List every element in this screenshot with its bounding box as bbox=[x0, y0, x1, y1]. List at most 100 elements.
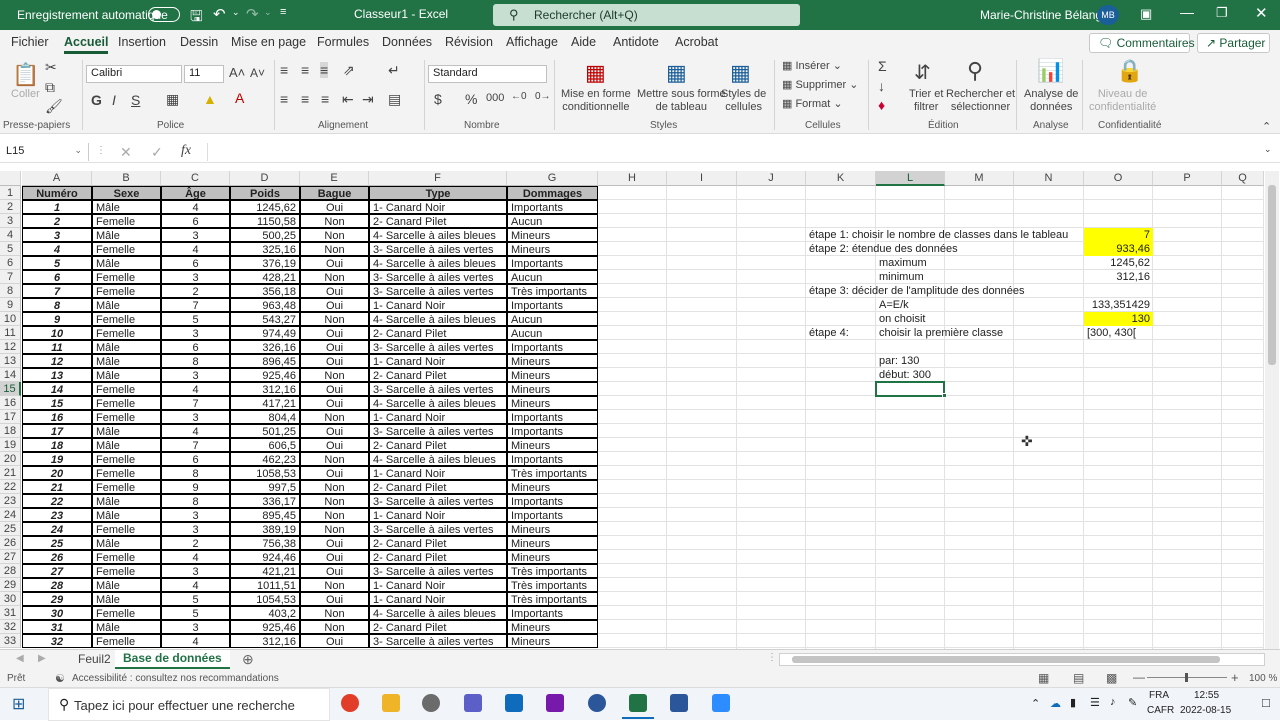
onenote-icon[interactable] bbox=[546, 694, 564, 712]
app-icon[interactable] bbox=[422, 694, 440, 712]
table-cell[interactable]: Importants bbox=[507, 200, 598, 214]
table-cell[interactable]: 421,21 bbox=[230, 564, 300, 578]
share-button[interactable]: ↗ Partager bbox=[1197, 33, 1270, 53]
table-cell[interactable]: 4 bbox=[161, 578, 230, 592]
zoom-out-icon[interactable]: — bbox=[1133, 670, 1145, 684]
row-header[interactable]: 27 bbox=[0, 550, 21, 564]
insert-button[interactable]: ▦ Insérer ⌄ bbox=[782, 59, 842, 72]
table-cell[interactable]: Non bbox=[300, 606, 369, 620]
table-cell[interactable]: 20 bbox=[22, 466, 92, 480]
wrap-text-icon[interactable]: ↵ bbox=[388, 62, 400, 79]
column-header[interactable]: E bbox=[300, 171, 369, 186]
table-cell[interactable]: 8 bbox=[22, 298, 92, 312]
table-cell[interactable]: 8 bbox=[161, 466, 230, 480]
table-cell[interactable]: Femelle bbox=[92, 382, 161, 396]
table-cell[interactable]: Femelle bbox=[92, 522, 161, 536]
worksheet-cell[interactable]: 312,16 bbox=[1084, 270, 1153, 284]
table-cell[interactable]: 2- Canard Pilet bbox=[369, 536, 507, 550]
table-cell[interactable]: Non bbox=[300, 312, 369, 326]
tab-antidote[interactable]: Antidote bbox=[613, 35, 659, 49]
table-cell[interactable]: 326,16 bbox=[230, 340, 300, 354]
table-cell[interactable]: 925,46 bbox=[230, 620, 300, 634]
tab-aide[interactable]: Aide bbox=[571, 35, 596, 49]
table-cell[interactable]: 4- Sarcelle à ailes bleues bbox=[369, 452, 507, 466]
table-cell[interactable]: 3- Sarcelle à ailes vertes bbox=[369, 242, 507, 256]
table-cell[interactable]: 2- Canard Pilet bbox=[369, 214, 507, 228]
worksheet-cell[interactable]: maximum bbox=[876, 256, 945, 270]
table-cell[interactable]: Mâle bbox=[92, 592, 161, 606]
table-cell[interactable]: Mâle bbox=[92, 200, 161, 214]
table-cell[interactable]: Femelle bbox=[92, 214, 161, 228]
table-cell[interactable]: 543,27 bbox=[230, 312, 300, 326]
tab-insertion[interactable]: Insertion bbox=[118, 35, 166, 49]
table-cell[interactable]: 4 bbox=[161, 424, 230, 438]
table-cell[interactable]: Femelle bbox=[92, 550, 161, 564]
orientation-icon[interactable]: ⇗ bbox=[343, 62, 355, 79]
find-select-button[interactable]: Rechercher et sélectionner bbox=[946, 88, 1015, 114]
table-cell[interactable]: Femelle bbox=[92, 284, 161, 298]
windows-start-icon[interactable]: ⊞ bbox=[12, 694, 25, 714]
conditional-format-icon[interactable]: ▦ bbox=[585, 60, 606, 86]
table-cell[interactable]: Aucun bbox=[507, 214, 598, 228]
sensitivity-icon[interactable]: 🔒 bbox=[1116, 58, 1143, 84]
table-cell[interactable]: 1058,53 bbox=[230, 466, 300, 480]
conditional-format-button[interactable]: Mise en forme conditionnelle bbox=[561, 88, 631, 114]
language-label[interactable]: FRA bbox=[1149, 690, 1169, 701]
table-cell[interactable]: Très importants bbox=[507, 564, 598, 578]
table-cell[interactable]: 1- Canard Noir bbox=[369, 354, 507, 368]
vertical-scrollbar[interactable] bbox=[1265, 171, 1279, 649]
fill-handle[interactable] bbox=[942, 393, 947, 398]
table-cell[interactable]: 2- Canard Pilet bbox=[369, 480, 507, 494]
table-cell[interactable]: 22 bbox=[22, 494, 92, 508]
table-cell[interactable]: 1- Canard Noir bbox=[369, 298, 507, 312]
insert-function-icon[interactable]: fx bbox=[181, 143, 191, 159]
table-cell[interactable]: Non bbox=[300, 270, 369, 284]
customize-toolbar-icon[interactable]: ≡ bbox=[280, 6, 286, 18]
zoom-app-icon[interactable] bbox=[712, 694, 730, 712]
table-cell[interactable]: Non bbox=[300, 242, 369, 256]
align-center-icon[interactable]: ≡ bbox=[301, 91, 309, 107]
table-cell[interactable]: 21 bbox=[22, 480, 92, 494]
table-cell[interactable]: Non bbox=[300, 228, 369, 242]
autosave-toggle[interactable] bbox=[148, 7, 180, 22]
worksheet-cell[interactable]: [300, 430[ bbox=[1084, 326, 1153, 340]
table-cell[interactable]: 3 bbox=[161, 270, 230, 284]
table-cell[interactable]: 3 bbox=[161, 620, 230, 634]
decrease-indent-icon[interactable]: ⇤ bbox=[342, 91, 354, 108]
user-name[interactable]: Marie-Christine Bélanger bbox=[980, 8, 1113, 22]
table-cell[interactable]: 10 bbox=[22, 326, 92, 340]
table-cell[interactable]: Mineurs bbox=[507, 438, 598, 452]
table-header-cell[interactable]: Poids bbox=[230, 186, 300, 200]
worksheet-cell[interactable]: étape 4: bbox=[806, 326, 876, 340]
table-cell[interactable]: 24 bbox=[22, 522, 92, 536]
table-cell[interactable]: 376,19 bbox=[230, 256, 300, 270]
table-cell[interactable]: Oui bbox=[300, 634, 369, 648]
table-cell[interactable]: Oui bbox=[300, 550, 369, 564]
row-header[interactable]: 31 bbox=[0, 606, 21, 620]
table-cell[interactable]: 25 bbox=[22, 536, 92, 550]
underline-icon[interactable]: S bbox=[131, 92, 140, 108]
zoom-level[interactable]: 100 % bbox=[1249, 673, 1277, 684]
table-header-cell[interactable]: Sexe bbox=[92, 186, 161, 200]
table-cell[interactable]: Oui bbox=[300, 200, 369, 214]
table-cell[interactable]: 1150,58 bbox=[230, 214, 300, 228]
next-sheet-icon[interactable]: ▶ bbox=[38, 653, 46, 664]
show-hidden-icons-icon[interactable]: ⌃ bbox=[1031, 697, 1040, 710]
table-cell[interactable]: Mâle bbox=[92, 494, 161, 508]
comments-button[interactable]: 🗨 Commentaires bbox=[1089, 33, 1195, 53]
table-cell[interactable]: 4 bbox=[161, 634, 230, 648]
row-header[interactable]: 32 bbox=[0, 620, 21, 634]
zoom-slider-thumb[interactable] bbox=[1185, 673, 1188, 682]
table-cell[interactable]: 30 bbox=[22, 606, 92, 620]
table-cell[interactable]: 1- Canard Noir bbox=[369, 508, 507, 522]
table-cell[interactable]: 9 bbox=[161, 480, 230, 494]
table-cell[interactable]: Mâle bbox=[92, 424, 161, 438]
cell-styles-icon[interactable]: ▦ bbox=[730, 60, 751, 86]
table-cell[interactable]: Importants bbox=[507, 340, 598, 354]
find-select-icon[interactable]: ⚲ bbox=[967, 58, 983, 84]
search-box[interactable]: ⚲ Rechercher (Alt+Q) bbox=[493, 4, 800, 26]
table-cell[interactable]: 18 bbox=[22, 438, 92, 452]
worksheet-cell[interactable]: étape 2: étendue des données bbox=[806, 242, 958, 256]
column-header[interactable]: A bbox=[22, 171, 92, 186]
table-cell[interactable]: Mâle bbox=[92, 578, 161, 592]
